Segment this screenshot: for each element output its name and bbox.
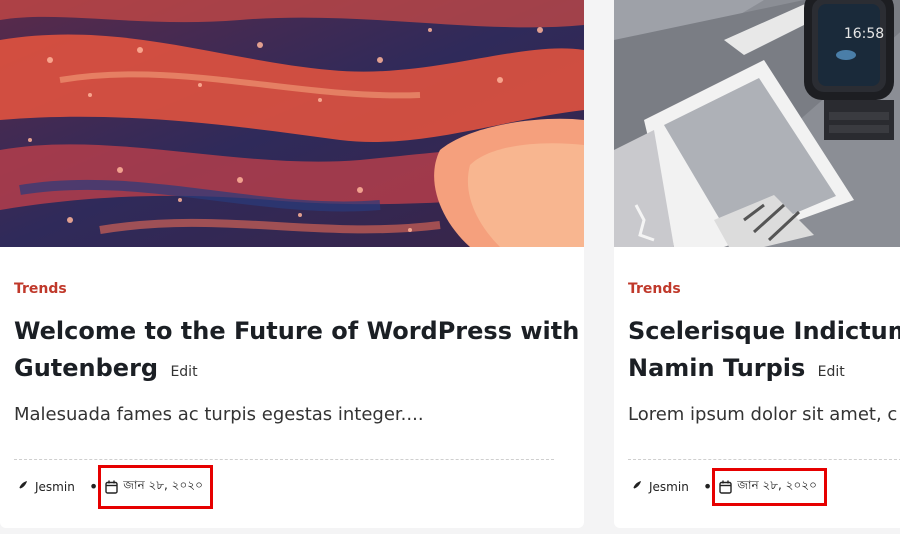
post-excerpt: Malesuada fames ac turpis egestas intege… (14, 404, 424, 425)
post-card: 16:58 Trends Scelerisque Indictum I Nami… (614, 0, 900, 528)
edit-link[interactable]: Edit (818, 364, 845, 380)
post-title-line-1[interactable]: Welcome to the Future of WordPress with (14, 317, 579, 345)
smartwatch-desk-image: 16:58 (614, 0, 900, 247)
post-date[interactable]: জান ২৮, ২০২০ (737, 477, 817, 497)
divider (14, 459, 554, 460)
post-excerpt: Lorem ipsum dolor sit amet, c (628, 404, 898, 425)
date-highlight-box: জান ২৮, ২০২০ (712, 468, 827, 506)
meta-separator: • (88, 477, 99, 496)
divider (628, 459, 900, 460)
category-link[interactable]: Trends (14, 281, 67, 297)
feather-pen-icon (628, 480, 642, 494)
calendar-icon (105, 480, 119, 494)
post-title[interactable]: Scelerisque Indictum I Namin Turpis Edit (628, 313, 900, 391)
date-highlight-box: জান ২৮, ২০২০ (98, 465, 213, 509)
watch-time: 16:58 (844, 26, 884, 42)
post-title-line-2[interactable]: Gutenberg (14, 354, 158, 382)
post-date[interactable]: জান ২৮, ২০২০ (123, 477, 203, 497)
post-title[interactable]: Welcome to the Future of WordPress with … (14, 313, 579, 391)
author-link[interactable]: Jesmin (649, 480, 689, 494)
edit-link[interactable]: Edit (170, 364, 197, 380)
post-meta: Jesmin • জান ২৮, ২০২০ (628, 468, 827, 506)
author-link[interactable]: Jesmin (35, 480, 75, 494)
post-thumbnail[interactable]: 16:58 (614, 0, 900, 247)
calendar-icon (719, 480, 733, 494)
category-link[interactable]: Trends (628, 281, 681, 297)
post-title-line-1[interactable]: Scelerisque Indictum I (628, 317, 900, 345)
feather-pen-icon (14, 480, 28, 494)
post-thumbnail[interactable] (0, 0, 584, 247)
post-title-line-2[interactable]: Namin Turpis (628, 354, 805, 382)
post-card: Trends Welcome to the Future of WordPres… (0, 0, 584, 528)
post-meta: Jesmin • জান ২৮, ২০২০ (14, 465, 213, 509)
abstract-fluid-art-image (0, 0, 584, 247)
meta-separator: • (702, 477, 713, 496)
